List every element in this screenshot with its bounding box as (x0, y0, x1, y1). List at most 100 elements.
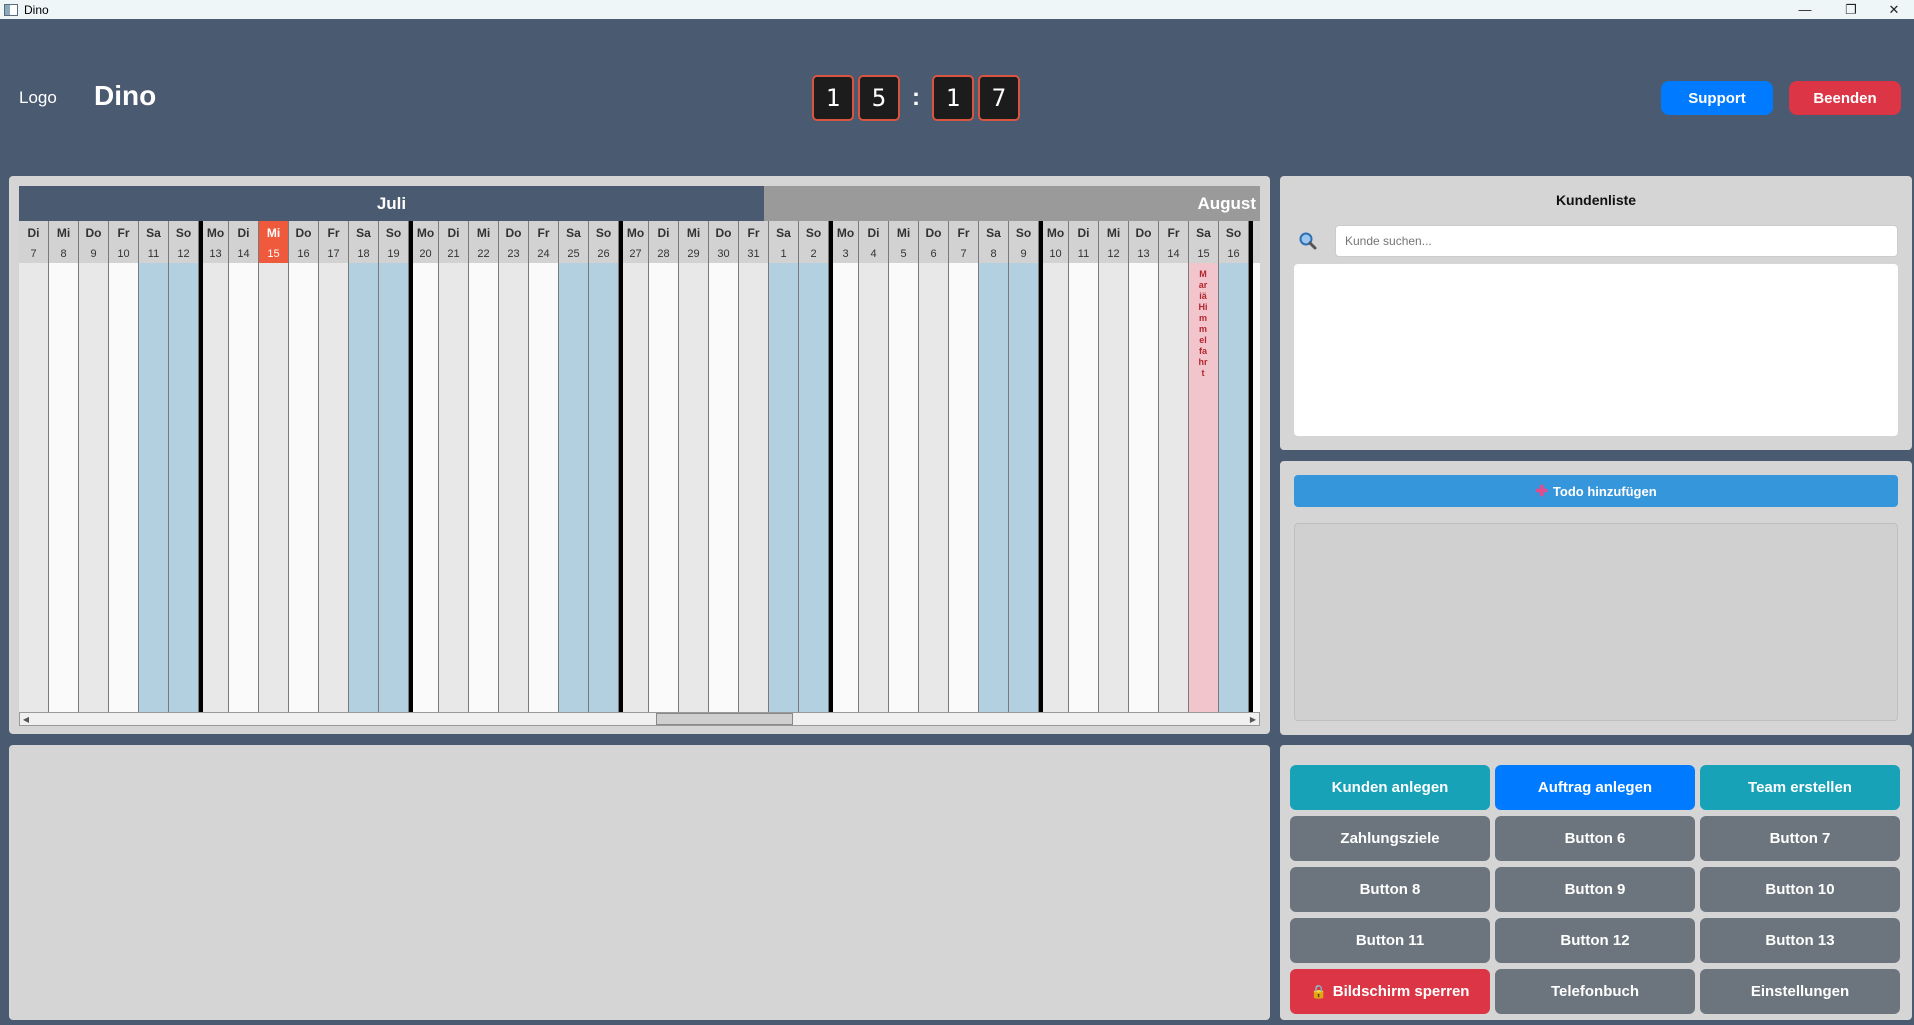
lock-screen-button[interactable]: 🔒 Bildschirm sperren (1290, 969, 1490, 1014)
day-column[interactable]: Do 16 (289, 221, 319, 725)
day-cell[interactable] (709, 263, 738, 725)
day-cell[interactable] (859, 263, 888, 725)
button-13[interactable]: Button 13 (1700, 918, 1900, 963)
support-button[interactable]: Support (1661, 81, 1773, 115)
scroll-right-icon[interactable]: ▶ (1247, 713, 1259, 725)
day-column[interactable]: Do 9 (79, 221, 109, 725)
day-column[interactable]: Fr 17 (319, 221, 349, 725)
day-cell[interactable] (379, 263, 408, 725)
customer-search-input[interactable] (1335, 225, 1898, 257)
day-column[interactable]: Fr 14 (1159, 221, 1189, 725)
scroll-left-icon[interactable]: ◀ (20, 713, 32, 725)
button-10[interactable]: Button 10 (1700, 867, 1900, 912)
day-cell[interactable] (589, 263, 618, 725)
customer-list[interactable] (1294, 264, 1898, 436)
day-cell[interactable] (413, 263, 438, 725)
day-cell[interactable] (679, 263, 708, 725)
day-column[interactable]: So 16 (1219, 221, 1249, 725)
day-cell[interactable] (1069, 263, 1098, 725)
day-column[interactable]: Mi 22 (469, 221, 499, 725)
restore-icon[interactable]: ❐ (1828, 0, 1874, 19)
day-cell[interactable] (649, 263, 678, 725)
day-column[interactable]: Mi 15 (259, 221, 289, 725)
day-column[interactable]: So 2 (799, 221, 829, 725)
day-cell[interactable] (469, 263, 498, 725)
day-cell[interactable] (1159, 263, 1188, 725)
day-column[interactable]: Sa 8 (979, 221, 1009, 725)
day-cell[interactable] (439, 263, 468, 725)
day-cell[interactable] (349, 263, 378, 725)
day-column[interactable]: Di 28 (649, 221, 679, 725)
button-8[interactable]: Button 8 (1290, 867, 1490, 912)
button-12[interactable]: Button 12 (1495, 918, 1695, 963)
create-team-button[interactable]: Team erstellen (1700, 765, 1900, 810)
day-cell[interactable] (739, 263, 768, 725)
day-column[interactable]: Mi 29 (679, 221, 709, 725)
payment-terms-button[interactable]: Zahlungsziele (1290, 816, 1490, 861)
day-cell[interactable] (919, 263, 948, 725)
day-column[interactable]: Mi 12 (1099, 221, 1129, 725)
day-column[interactable]: M1 (1249, 221, 1260, 725)
day-column[interactable]: Fr 24 (529, 221, 559, 725)
quit-button[interactable]: Beenden (1789, 81, 1901, 115)
day-column[interactable]: Sa 15 Mariä Himmelfahrt (1189, 221, 1219, 725)
day-cell[interactable] (1099, 263, 1128, 725)
day-column[interactable]: Mo 27 (619, 221, 649, 725)
close-icon[interactable]: ✕ (1874, 0, 1914, 19)
phonebook-button[interactable]: Telefonbuch (1495, 969, 1695, 1014)
day-cell[interactable] (833, 263, 858, 725)
day-cell[interactable] (1219, 263, 1248, 725)
day-column[interactable]: Mo 10 (1039, 221, 1069, 725)
day-cell[interactable] (1129, 263, 1158, 725)
minimize-icon[interactable]: — (1782, 0, 1828, 19)
day-cell[interactable] (769, 263, 798, 725)
day-cell[interactable] (499, 263, 528, 725)
day-cell[interactable] (799, 263, 828, 725)
create-order-button[interactable]: Auftrag anlegen (1495, 765, 1695, 810)
day-cell[interactable] (319, 263, 348, 725)
day-column[interactable]: Di 11 (1069, 221, 1099, 725)
day-cell[interactable] (49, 263, 78, 725)
day-cell[interactable] (229, 263, 258, 725)
day-column[interactable]: Mo 20 (409, 221, 439, 725)
day-column[interactable]: Mo 3 (829, 221, 859, 725)
day-cell[interactable] (1253, 263, 1260, 725)
day-cell[interactable] (289, 263, 318, 725)
day-cell[interactable] (1043, 263, 1068, 725)
day-column[interactable]: Di 7 (19, 221, 49, 725)
day-column[interactable]: Di 4 (859, 221, 889, 725)
day-cell[interactable] (623, 263, 648, 725)
day-column[interactable]: Mi 8 (49, 221, 79, 725)
scrollbar-thumb[interactable] (656, 713, 793, 725)
day-cell[interactable] (109, 263, 138, 725)
day-column[interactable]: Sa 25 (559, 221, 589, 725)
day-cell[interactable] (559, 263, 588, 725)
day-column[interactable]: So 19 (379, 221, 409, 725)
day-cell[interactable] (259, 263, 288, 725)
day-column[interactable]: Sa 1 (769, 221, 799, 725)
day-column[interactable]: So 9 (1009, 221, 1039, 725)
button-9[interactable]: Button 9 (1495, 867, 1695, 912)
add-todo-button[interactable]: ✚ Todo hinzufügen (1294, 475, 1898, 507)
day-column[interactable]: Mi 5 (889, 221, 919, 725)
button-7[interactable]: Button 7 (1700, 816, 1900, 861)
settings-button[interactable]: Einstellungen (1700, 969, 1900, 1014)
day-cell[interactable] (139, 263, 168, 725)
day-column[interactable]: Fr 31 (739, 221, 769, 725)
day-column[interactable]: Sa 18 (349, 221, 379, 725)
day-column[interactable]: Do 30 (709, 221, 739, 725)
day-cell[interactable] (19, 263, 48, 725)
day-column[interactable]: Fr 10 (109, 221, 139, 725)
day-cell[interactable] (203, 263, 228, 725)
day-column[interactable]: Di 14 (229, 221, 259, 725)
day-column[interactable]: Do 6 (919, 221, 949, 725)
day-column[interactable]: So 26 (589, 221, 619, 725)
day-column[interactable]: Do 23 (499, 221, 529, 725)
day-column[interactable]: Sa 11 (139, 221, 169, 725)
day-cell[interactable] (979, 263, 1008, 725)
day-cell[interactable] (949, 263, 978, 725)
button-6[interactable]: Button 6 (1495, 816, 1695, 861)
day-cell[interactable] (169, 263, 198, 725)
button-11[interactable]: Button 11 (1290, 918, 1490, 963)
day-column[interactable]: Di 21 (439, 221, 469, 725)
